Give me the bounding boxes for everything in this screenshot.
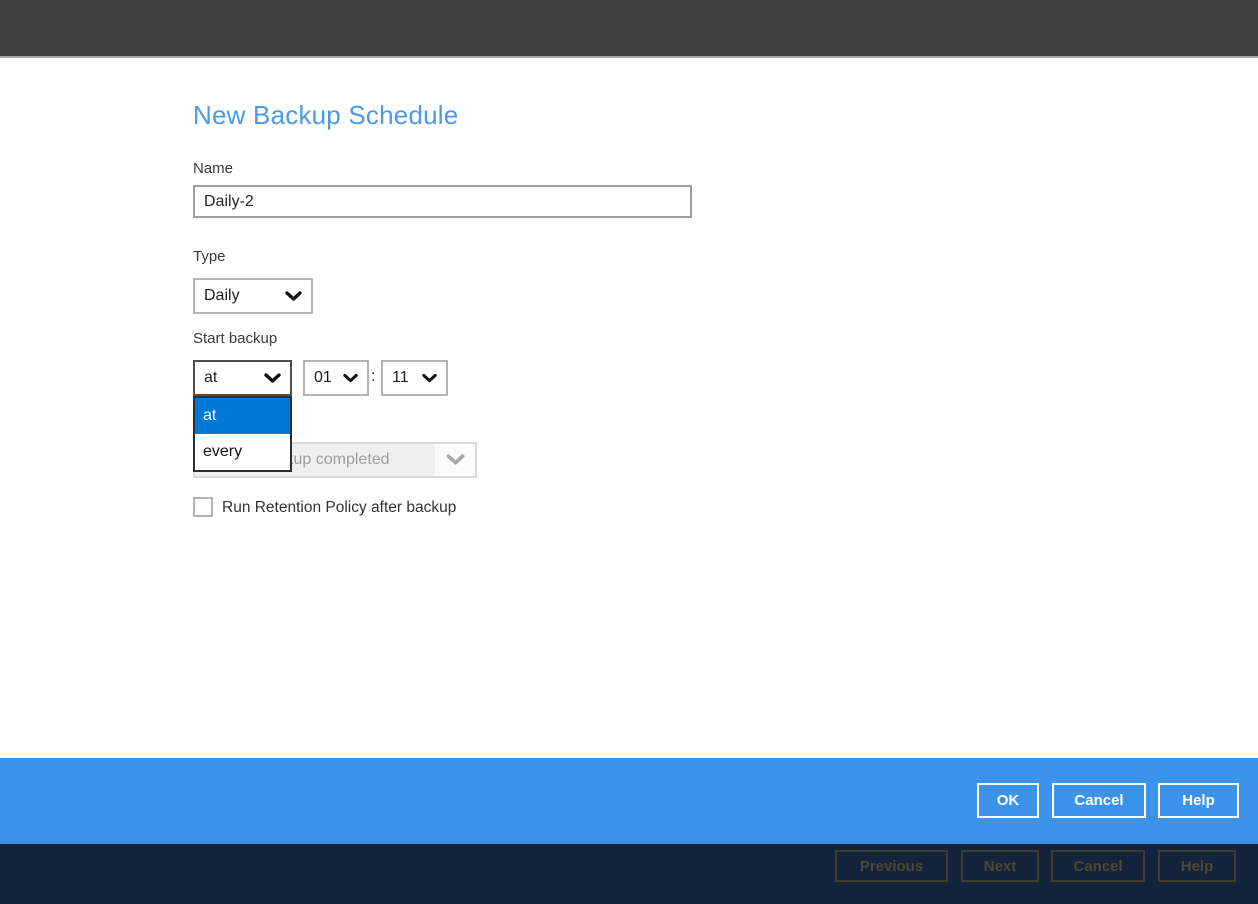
hour-select-value: 01 <box>314 369 332 386</box>
chevron-down-icon <box>264 372 281 384</box>
help-button[interactable]: Help <box>1158 783 1239 818</box>
type-select[interactable]: Daily <box>193 278 313 314</box>
wizard-help-button: Help <box>1158 850 1236 882</box>
chevron-down-icon <box>285 290 302 302</box>
minute-select[interactable]: 11 <box>381 360 448 396</box>
name-input[interactable] <box>193 185 692 218</box>
cancel-button[interactable]: Cancel <box>1052 783 1146 818</box>
dropdown-option-at[interactable]: at <box>195 398 290 434</box>
next-button: Next <box>961 850 1039 882</box>
start-mode-select[interactable]: at <box>193 360 292 396</box>
start-mode-dropdown-list: at every <box>193 396 292 472</box>
name-label: Name <box>193 160 234 177</box>
chevron-down-icon <box>422 373 437 384</box>
minute-select-value: 11 <box>392 369 409 386</box>
retention-checkbox-label: Run Retention Policy after backup <box>222 499 457 516</box>
chevron-down-icon <box>435 444 475 476</box>
chevron-down-icon <box>343 373 358 384</box>
dropdown-option-every[interactable]: every <box>195 434 290 470</box>
page-title: New Backup Schedule <box>193 100 459 130</box>
type-label: Type <box>193 248 226 265</box>
retention-checkbox[interactable] <box>193 497 213 517</box>
type-select-value: Daily <box>204 287 240 304</box>
previous-button: Previous <box>835 850 948 882</box>
start-backup-label: Start backup <box>193 330 278 347</box>
wizard-cancel-button: Cancel <box>1051 850 1145 882</box>
backup-schedule-window: New Backup Schedule Name Type Daily Star… <box>0 0 1258 904</box>
hour-select[interactable]: 01 <box>303 360 369 396</box>
start-mode-select-value: at <box>204 369 218 386</box>
time-separator: : <box>371 368 376 385</box>
top-bar <box>0 0 1258 58</box>
ok-button[interactable]: OK <box>977 783 1039 818</box>
